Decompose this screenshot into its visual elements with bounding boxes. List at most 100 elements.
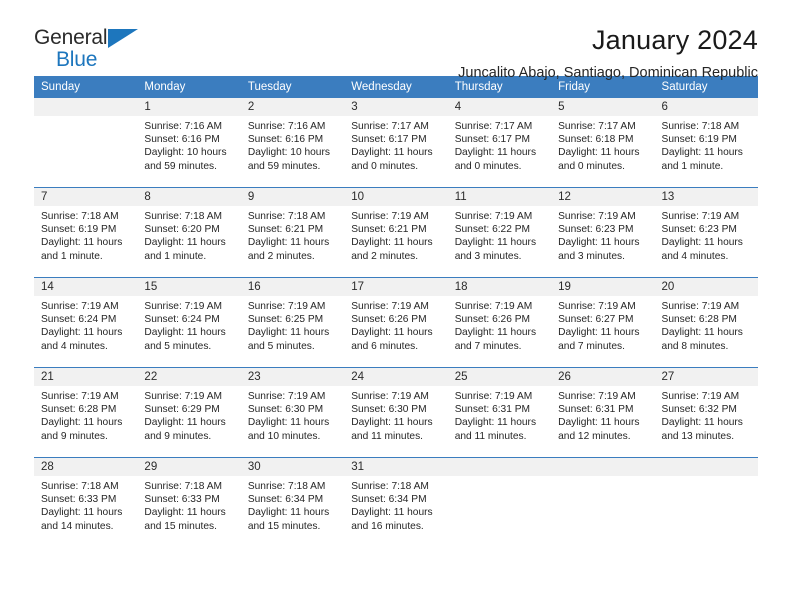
calendar-day-cell[interactable]: 24 Sunrise: 7:19 AM Sunset: 6:30 PM Dayligh… (344, 367, 448, 458)
calendar-day-cell[interactable]: 7 Sunrise: 7:18 AM Sunset: 6:19 PM Daylight… (34, 187, 138, 278)
day-info: Sunrise: 7:18 AM Sunset: 6:19 PM Daylight:… (655, 116, 758, 173)
day-info: Sunrise: 7:19 AM Sunset: 6:31 PM Daylight:… (448, 386, 551, 443)
generalblue-logo[interactable]: General Blue (34, 26, 164, 74)
day-info: Sunrise: 7:18 AM Sunset: 6:33 PM Daylight:… (137, 476, 240, 533)
day-number: 24 (344, 368, 448, 386)
daylight-text-line1: Daylight: 11 hours (454, 147, 537, 159)
day-info: Sunrise: 7:16 AM Sunset: 6:16 PM Daylight:… (137, 116, 240, 173)
day-number: 28 (34, 458, 138, 476)
sunset-text: Sunset: 6:32 PM (661, 404, 737, 416)
sunrise-text: Sunrise: 7:19 AM (247, 301, 326, 312)
daylight-text-line2: and 1 minute. (661, 160, 724, 172)
sunset-text: Sunset: 6:18 PM (558, 134, 634, 146)
daylight-text-line2: and 11 minutes. (454, 430, 527, 442)
sunrise-text: Sunrise: 7:19 AM (454, 301, 533, 312)
day-cell-content: 9 Sunrise: 7:18 AM Sunset: 6:21 PM Daylight… (240, 188, 345, 277)
day-info: Sunrise: 7:19 AM Sunset: 6:21 PM Daylight:… (344, 206, 447, 263)
calendar-day-cell[interactable]: 19 Sunrise: 7:19 AM Sunset: 6:27 PM Dayligh… (551, 277, 655, 368)
calendar-day-cell[interactable]: 8 Sunrise: 7:18 AM Sunset: 6:20 PM Daylight… (137, 187, 241, 278)
calendar-day-cell[interactable]: 31 Sunrise: 7:18 AM Sunset: 6:34 PM Dayligh… (344, 457, 448, 547)
day-number (34, 98, 138, 116)
daylight-text-line2: and 0 minutes. (351, 160, 419, 172)
day-info: Sunrise: 7:18 AM Sunset: 6:34 PM Daylight:… (344, 476, 447, 533)
weekday-header-wednesday: Wednesday (344, 76, 448, 98)
sunrise-text: Sunrise: 7:19 AM (41, 391, 119, 402)
day-cell-content: 2 Sunrise: 7:16 AM Sunset: 6:16 PM Daylight… (240, 98, 345, 187)
day-number: 1 (137, 98, 241, 116)
daylight-text-line2: and 59 minutes. (247, 160, 321, 172)
calendar-day-cell[interactable]: 20 Sunrise: 7:19 AM Sunset: 6:28 PM Dayligh… (654, 277, 758, 368)
sunrise-text: Sunrise: 7:19 AM (41, 301, 119, 312)
sunrise-text: Sunrise: 7:18 AM (144, 481, 223, 492)
sunset-text: Sunset: 6:27 PM (558, 314, 634, 326)
calendar-day-cell[interactable]: 15 Sunrise: 7:19 AM Sunset: 6:24 PM Dayligh… (137, 277, 241, 368)
day-cell-content: 28 Sunrise: 7:18 AM Sunset: 6:33 PM Dayligh… (34, 458, 138, 547)
calendar-day-cell[interactable]: 22 Sunrise: 7:19 AM Sunset: 6:29 PM Dayligh… (137, 367, 241, 458)
daylight-text-line1: Daylight: 11 hours (41, 417, 123, 429)
sunset-text: Sunset: 6:22 PM (454, 224, 531, 236)
day-info: Sunrise: 7:18 AM Sunset: 6:20 PM Daylight:… (137, 206, 240, 263)
day-number: 22 (137, 368, 241, 386)
daylight-text-line1: Daylight: 11 hours (247, 327, 330, 339)
sunrise-text: Sunrise: 7:19 AM (351, 211, 429, 222)
daylight-text-line1: Daylight: 11 hours (144, 507, 226, 519)
daylight-text-line2: and 10 minutes. (247, 430, 321, 442)
calendar-day-cell[interactable]: 10 Sunrise: 7:19 AM Sunset: 6:21 PM Dayligh… (344, 187, 448, 278)
sunrise-text: Sunrise: 7:19 AM (247, 391, 326, 402)
sunrise-text: Sunrise: 7:18 AM (144, 211, 223, 222)
weekday-header-monday: Monday (137, 76, 241, 98)
calendar-day-cell[interactable]: 3 Sunrise: 7:17 AM Sunset: 6:17 PM Daylight… (344, 98, 448, 188)
calendar-day-cell[interactable]: 9 Sunrise: 7:18 AM Sunset: 6:21 PM Daylight… (240, 187, 345, 278)
day-number: 18 (447, 278, 552, 296)
calendar-day-cell[interactable]: 4 Sunrise: 7:17 AM Sunset: 6:17 PM Daylight… (447, 98, 552, 188)
calendar-day-cell[interactable]: 18 Sunrise: 7:19 AM Sunset: 6:26 PM Dayligh… (447, 277, 552, 368)
day-cell-content: 8 Sunrise: 7:18 AM Sunset: 6:20 PM Daylight… (137, 188, 241, 277)
calendar-day-cell[interactable]: 11 Sunrise: 7:19 AM Sunset: 6:22 PM Dayligh… (447, 187, 552, 278)
daylight-text-line1: Daylight: 11 hours (661, 237, 743, 249)
sunset-text: Sunset: 6:19 PM (41, 224, 117, 236)
calendar-page: General Blue January 2024 Juncalito Abaj… (0, 0, 792, 612)
daylight-text-line2: and 8 minutes. (661, 340, 729, 352)
daylight-text-line1: Daylight: 11 hours (351, 327, 433, 339)
day-info: Sunrise: 7:19 AM Sunset: 6:31 PM Daylight:… (551, 386, 654, 443)
day-cell-content: 22 Sunrise: 7:19 AM Sunset: 6:29 PM Dayligh… (137, 368, 241, 457)
calendar-day-cell[interactable]: 26 Sunrise: 7:19 AM Sunset: 6:31 PM Dayligh… (551, 367, 655, 458)
calendar-day-cell[interactable]: 1 Sunrise: 7:16 AM Sunset: 6:16 PM Daylight… (137, 98, 241, 188)
calendar-day-cell[interactable]: 25 Sunrise: 7:19 AM Sunset: 6:31 PM Dayligh… (447, 367, 552, 458)
calendar-day-cell[interactable]: 16 Sunrise: 7:19 AM Sunset: 6:25 PM Dayligh… (240, 277, 345, 368)
calendar-week-row: 28 Sunrise: 7:18 AM Sunset: 6:33 PM Dayligh… (34, 457, 758, 547)
calendar-day-cell[interactable]: 5 Sunrise: 7:17 AM Sunset: 6:18 PM Daylight… (551, 98, 655, 188)
sunset-text: Sunset: 6:21 PM (247, 224, 324, 236)
day-number: 17 (344, 278, 448, 296)
calendar-day-cell[interactable]: 6 Sunrise: 7:18 AM Sunset: 6:19 PM Daylight… (654, 98, 758, 188)
day-info: Sunrise: 7:19 AM Sunset: 6:32 PM Daylight:… (655, 386, 758, 443)
daylight-text-line2: and 12 minutes. (558, 430, 631, 442)
sunset-text: Sunset: 6:29 PM (144, 404, 220, 416)
daylight-text-line1: Daylight: 10 hours (144, 147, 227, 159)
title-block: January 2024 Juncalito Abajo, Santiago, … (458, 25, 758, 82)
day-cell-content: 26 Sunrise: 7:19 AM Sunset: 6:31 PM Dayligh… (551, 368, 655, 457)
calendar-day-cell[interactable]: 29 Sunrise: 7:18 AM Sunset: 6:33 PM Dayligh… (137, 457, 241, 547)
sunrise-text: Sunrise: 7:19 AM (661, 301, 740, 312)
sunset-text: Sunset: 6:28 PM (41, 404, 117, 416)
daylight-text-line1: Daylight: 11 hours (247, 237, 330, 249)
day-info: Sunrise: 7:19 AM Sunset: 6:26 PM Daylight:… (448, 296, 551, 353)
day-info: Sunrise: 7:19 AM Sunset: 6:23 PM Daylight:… (655, 206, 758, 263)
day-number: 3 (344, 98, 448, 116)
calendar-day-cell[interactable]: 17 Sunrise: 7:19 AM Sunset: 6:26 PM Dayligh… (344, 277, 448, 368)
calendar-day-cell[interactable]: 30 Sunrise: 7:18 AM Sunset: 6:34 PM Dayligh… (240, 457, 345, 547)
calendar-day-cell[interactable]: 14 Sunrise: 7:19 AM Sunset: 6:24 PM Dayligh… (34, 277, 138, 368)
calendar-day-cell[interactable]: 2 Sunrise: 7:16 AM Sunset: 6:16 PM Daylight… (240, 98, 345, 188)
day-number: 13 (654, 188, 758, 206)
calendar-day-cell[interactable]: 12 Sunrise: 7:19 AM Sunset: 6:23 PM Dayligh… (551, 187, 655, 278)
calendar-day-cell[interactable]: 27 Sunrise: 7:19 AM Sunset: 6:32 PM Dayligh… (654, 367, 758, 458)
day-info: Sunrise: 7:19 AM Sunset: 6:22 PM Daylight:… (448, 206, 551, 263)
sunrise-text: Sunrise: 7:19 AM (454, 391, 533, 402)
weekday-header-sunday: Sunday (34, 76, 138, 98)
calendar-day-cell[interactable]: 21 Sunrise: 7:19 AM Sunset: 6:28 PM Dayligh… (34, 367, 138, 458)
calendar-day-cell[interactable]: 13 Sunrise: 7:19 AM Sunset: 6:23 PM Dayligh… (654, 187, 758, 278)
calendar-day-cell[interactable]: 23 Sunrise: 7:19 AM Sunset: 6:30 PM Dayligh… (240, 367, 345, 458)
calendar-day-cell[interactable]: 28 Sunrise: 7:18 AM Sunset: 6:33 PM Dayligh… (34, 457, 138, 547)
day-number: 7 (34, 188, 138, 206)
daylight-text-line2: and 0 minutes. (454, 160, 522, 172)
